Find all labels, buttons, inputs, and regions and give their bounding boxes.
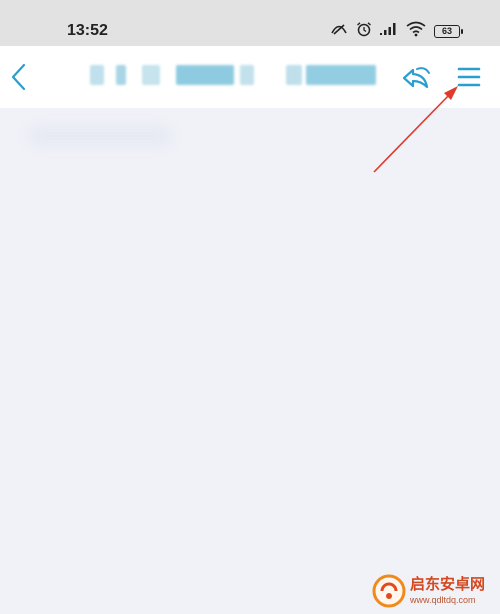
status-time: 13:52 — [67, 22, 108, 39]
chevron-left-icon — [11, 63, 26, 91]
annotation-arrow — [373, 86, 458, 173]
alarm-icon — [356, 21, 372, 42]
data-saver-icon — [330, 22, 348, 41]
watermark-text: 启东安卓网 — [410, 575, 486, 593]
watermark-logo — [372, 574, 406, 608]
wifi-icon — [406, 21, 426, 42]
back-button[interactable] — [4, 58, 34, 96]
battery-icon: 63 — [434, 24, 463, 38]
content-area — [0, 108, 500, 614]
watermark-url: www.qdltdq.com — [410, 595, 476, 605]
phone-screen: 13:52 63 启东安卓网 www.qdltdq.com — [0, 0, 500, 614]
watermark: 启东安卓网 www.qdltdq.com — [372, 568, 500, 614]
status-icons: 63 — [330, 20, 463, 42]
status-bar: 13:52 63 — [0, 0, 500, 46]
page-title — [80, 65, 380, 87]
blurred-content — [30, 126, 170, 146]
signal-icon — [380, 22, 398, 41]
